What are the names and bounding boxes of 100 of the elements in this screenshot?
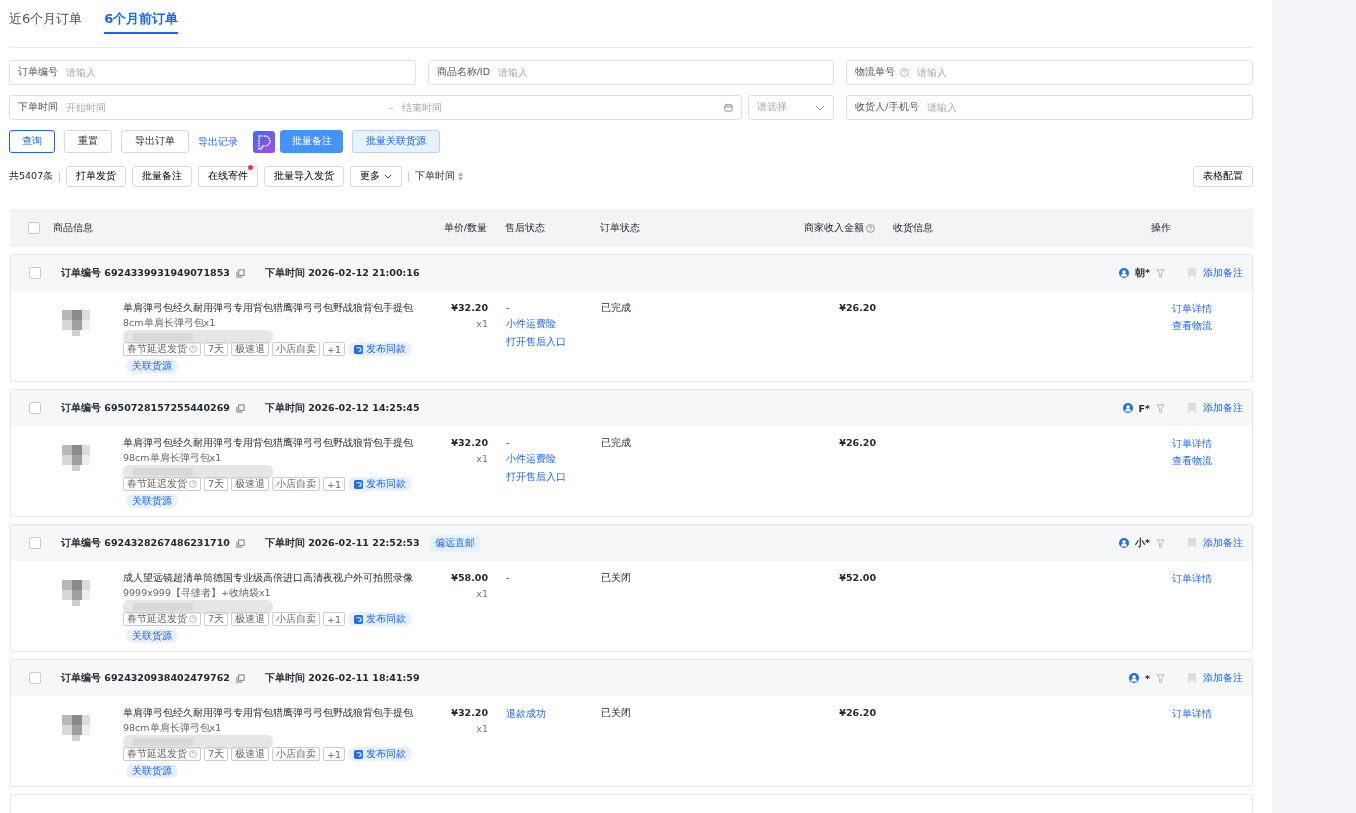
export-log-link[interactable]: 导出记录	[198, 134, 238, 149]
sort-icon	[458, 172, 464, 181]
checkbox[interactable]	[29, 267, 41, 279]
field-label: 收货人/手机号	[855, 101, 919, 114]
after-sale-status: -	[506, 437, 511, 448]
order-action-link[interactable]: 订单详情	[1172, 302, 1252, 316]
publish-similar-button[interactable]: 发布同款	[348, 612, 413, 626]
copy-icon[interactable]	[235, 538, 245, 548]
action-button[interactable]: 批量关联货源	[352, 130, 440, 153]
order-action-link[interactable]: 订单详情	[1172, 572, 1252, 586]
column-header: 商品信息	[53, 221, 94, 235]
tag: 极速退	[231, 747, 270, 761]
product-title: 单肩弹弓包经久耐用弹弓专用背包猎鹰弹弓弓包野战狼背包手提包	[123, 437, 413, 450]
bookmark-icon	[1187, 673, 1197, 683]
order-status: 已关闭	[601, 707, 632, 720]
product-title: 单肩弹弓包经久耐用弹弓专用背包猎鹰弹弓弓包野战狼背包手提包	[123, 707, 413, 720]
flag-icon[interactable]	[1156, 268, 1165, 278]
after-sale-link[interactable]: 小件运费险	[506, 452, 601, 466]
after-sale-status: -	[506, 572, 511, 583]
flag-icon[interactable]	[1156, 538, 1165, 548]
copy-icon[interactable]	[235, 673, 245, 683]
publish-icon	[354, 614, 364, 624]
tag: 春节延迟发货	[123, 342, 201, 356]
checkbox[interactable]	[29, 537, 41, 549]
toolbar-button[interactable]: 更多	[350, 166, 403, 187]
publish-icon	[354, 344, 364, 354]
tag: +1	[323, 342, 346, 356]
after-sale-link[interactable]: 小件运费险	[506, 317, 601, 331]
publish-similar-button[interactable]: 发布同款	[348, 477, 413, 491]
merchant-income: ¥26.20	[838, 302, 876, 315]
flag-icon[interactable]	[1156, 403, 1165, 413]
add-note-link[interactable]: 添加备注	[1203, 266, 1243, 280]
link-source-button[interactable]: 关联货源	[126, 359, 178, 373]
tag: +1	[323, 612, 346, 626]
copy-icon[interactable]	[235, 268, 245, 278]
quantity: x1	[476, 723, 488, 734]
filter-box[interactable]: 收货人/手机号 请输入	[846, 95, 1253, 120]
action-button[interactable]: 查询	[9, 130, 55, 153]
order-action-link[interactable]: 订单详情	[1172, 437, 1252, 451]
checkbox[interactable]	[29, 402, 41, 414]
publish-similar-button[interactable]: 发布同款	[348, 747, 413, 761]
filter-box[interactable]: 订单编号 请输入	[9, 60, 416, 85]
column-header: 订单状态	[600, 221, 641, 235]
order-number: 订单编号 6924320938402479762	[61, 671, 230, 685]
select-placeholder: 请选择	[757, 101, 788, 114]
toolbar-button[interactable]: 打单发货	[66, 166, 127, 187]
checkbox[interactable]	[28, 222, 40, 234]
add-note-link[interactable]: 添加备注	[1203, 536, 1243, 550]
tab[interactable]: 6个月前订单	[104, 0, 179, 34]
toolbar-button[interactable]: 批量导入发货	[264, 166, 345, 187]
bookmark-icon	[1187, 268, 1197, 278]
buyer-name: *	[1145, 672, 1150, 684]
action-button[interactable]: 批量备注	[280, 130, 343, 153]
checkbox[interactable]	[29, 672, 41, 684]
action-button[interactable]: 导出订单	[121, 130, 189, 153]
add-note-link[interactable]: 添加备注	[1203, 401, 1243, 415]
add-note-link[interactable]: 添加备注	[1203, 671, 1243, 685]
merchant-income: ¥26.20	[838, 707, 876, 720]
date-range-field[interactable]: 下单时间 开始时间 – 结束时间	[9, 95, 743, 120]
product-title: 单肩弹弓包经久耐用弹弓专用背包猎鹰弹弓弓包野战狼背包手提包	[123, 302, 413, 315]
order-action-link[interactable]: 订单详情	[1172, 707, 1252, 721]
order-action-link[interactable]: 查看物流	[1172, 454, 1252, 468]
copy-icon[interactable]	[235, 403, 245, 413]
link-source-button[interactable]: 关联货源	[126, 629, 178, 643]
field-label: 下单时间	[18, 101, 58, 114]
toolbar-button[interactable]: 批量备注	[132, 166, 193, 187]
filter-box[interactable]: 商品名称/ID 请输入	[427, 60, 835, 85]
publish-icon	[354, 749, 364, 759]
buyer-name: F*	[1138, 402, 1150, 414]
after-sale-link[interactable]: 打开售后入口	[506, 335, 601, 349]
order-number: 订单编号 6924339931949071853	[61, 266, 230, 280]
calendar-icon	[724, 103, 734, 112]
order-time: 下单时间 2026-02-12 21:00:16	[264, 266, 420, 280]
user-icon	[1129, 673, 1140, 683]
order-count: 共5407条	[9, 170, 54, 183]
publish-similar-button[interactable]: 发布同款	[348, 342, 413, 356]
after-sale-link[interactable]: 打开售后入口	[506, 470, 601, 484]
user-icon	[1122, 403, 1133, 413]
toolbar-button[interactable]: 在线寄件	[198, 166, 259, 187]
link-source-button[interactable]: 关联货源	[126, 764, 178, 778]
product-sku: 98cm单肩长弹弓包x1	[123, 452, 222, 465]
user-icon	[1119, 268, 1130, 278]
tag: 小店自卖	[272, 747, 321, 761]
after-sale-link[interactable]: 退款成功	[506, 707, 601, 721]
column-header: 售后状态	[505, 221, 546, 235]
sort-button[interactable]: 下单时间	[415, 170, 464, 183]
order-action-link[interactable]: 查看物流	[1172, 319, 1252, 333]
tab[interactable]: 近6个月订单	[9, 0, 83, 34]
table-config-button[interactable]: 表格配置	[1193, 166, 1253, 187]
tag: +1	[323, 747, 346, 761]
unit-price: ¥32.20	[451, 437, 488, 448]
filter-box[interactable]: 物流单号 请输入	[846, 60, 1253, 85]
order-status: 已完成	[601, 437, 632, 450]
tag: 小店自卖	[272, 612, 321, 626]
action-button[interactable]: 重置	[64, 130, 112, 153]
app-icon[interactable]	[253, 130, 275, 153]
product-sku: 9999x999【寻缝者】+收纳袋x1	[123, 587, 271, 600]
tag: 7天	[204, 342, 229, 356]
link-source-button[interactable]: 关联货源	[126, 494, 178, 508]
flag-icon[interactable]	[1156, 673, 1165, 683]
